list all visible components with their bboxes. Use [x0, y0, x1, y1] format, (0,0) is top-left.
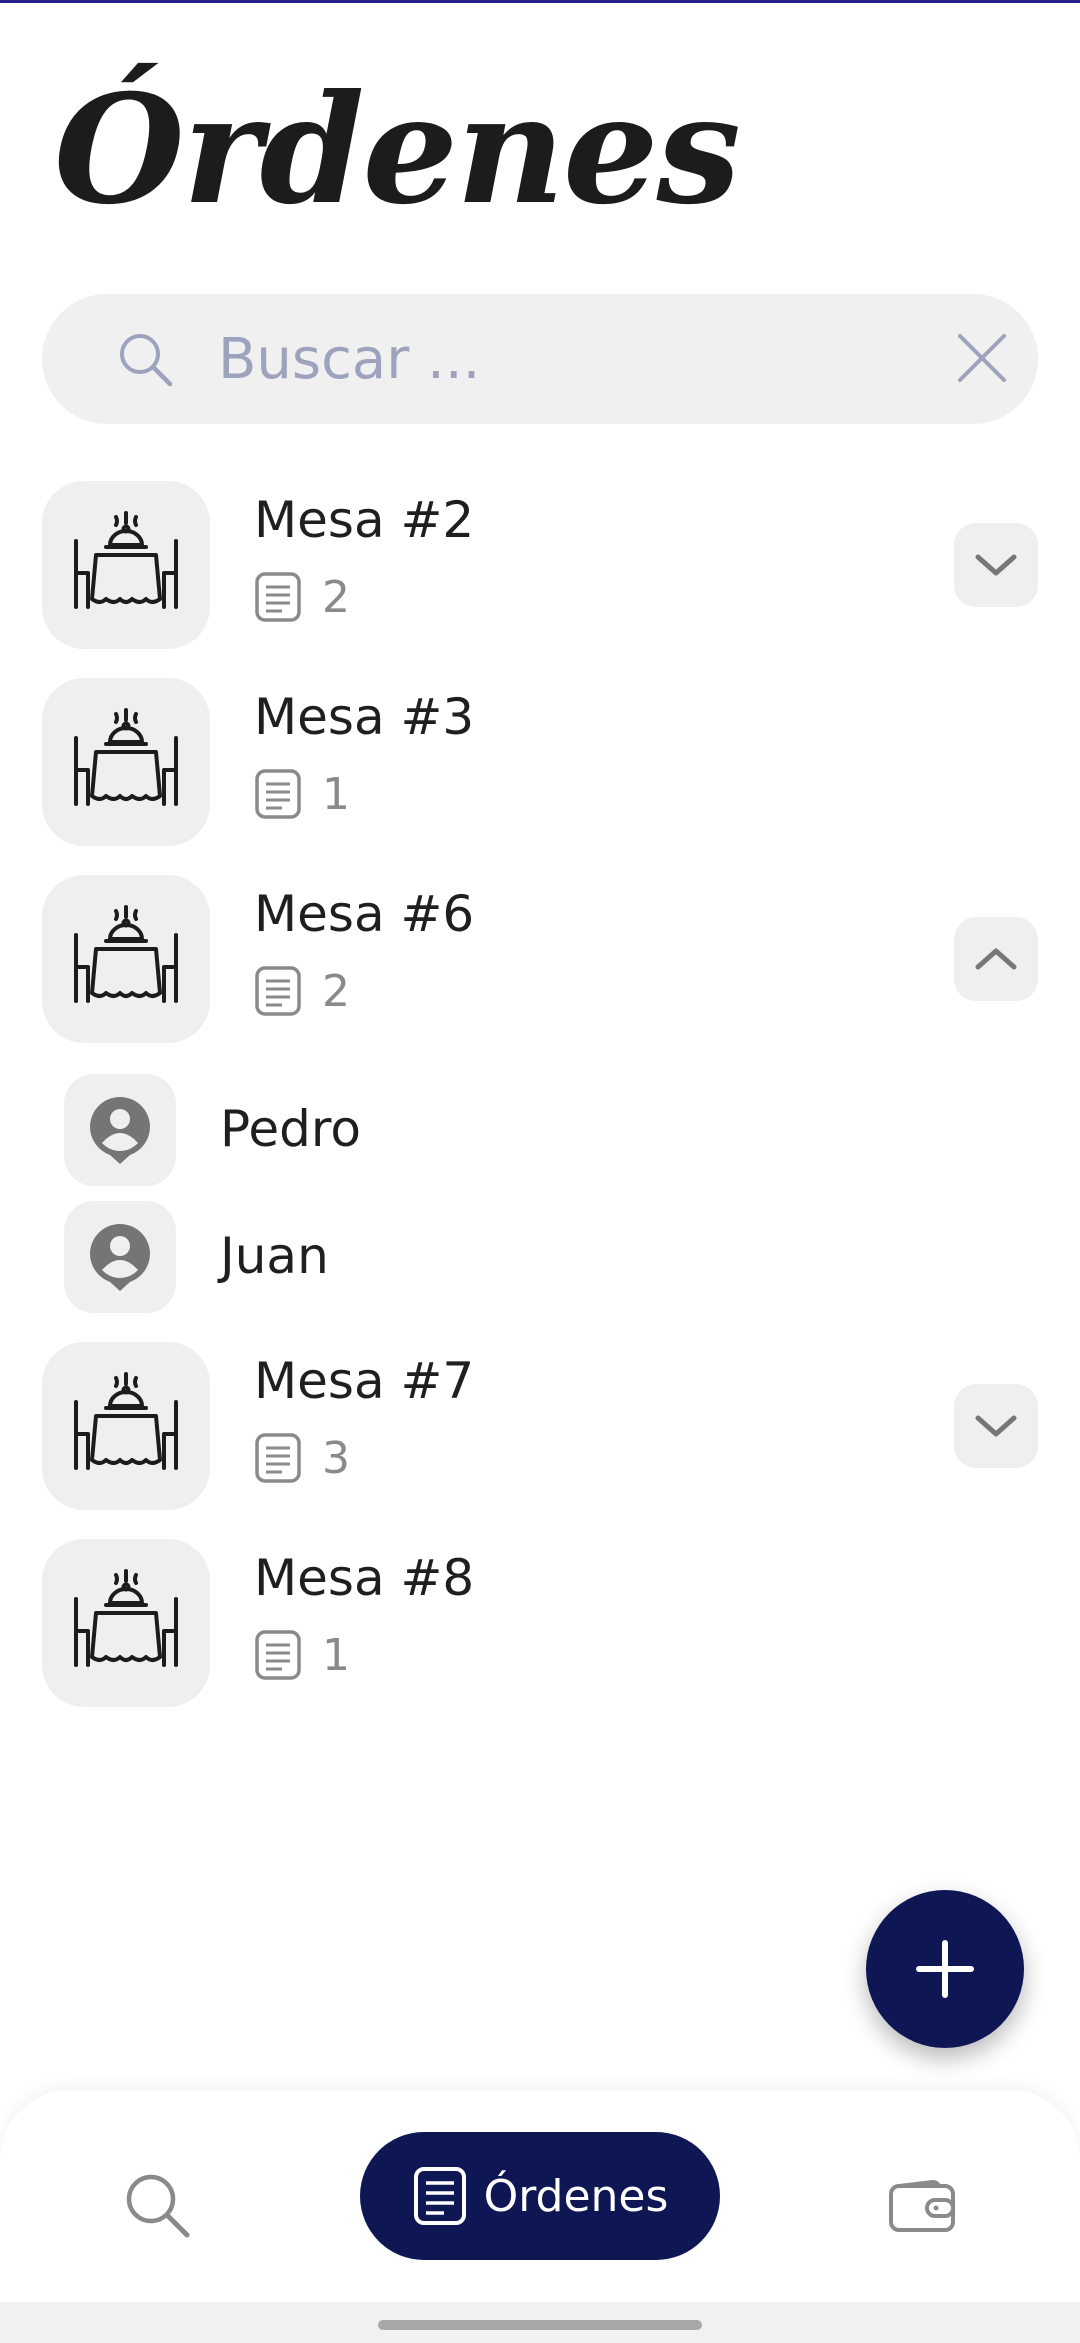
- table-avatar: [42, 678, 210, 846]
- table-avatar: [42, 875, 210, 1043]
- table-name: Mesa #3: [254, 688, 475, 746]
- customer-row[interactable]: Juan: [64, 1201, 664, 1313]
- chevron-up-icon: [975, 948, 1017, 970]
- close-icon: [958, 334, 1006, 382]
- receipt-icon: [413, 2167, 466, 2225]
- table-row[interactable]: Mesa #8 1: [42, 1539, 1038, 1707]
- order-count-value: 1: [322, 1629, 350, 1681]
- nav-wallet-button[interactable]: [876, 2160, 968, 2252]
- receipt-icon: [255, 1433, 301, 1483]
- dining-table-icon: [74, 708, 178, 806]
- table-row[interactable]: Mesa #2 2: [42, 481, 1038, 649]
- order-count: 3: [254, 1428, 350, 1488]
- search-input[interactable]: [218, 322, 938, 396]
- receipt-icon: [255, 966, 301, 1016]
- table-avatar: [42, 481, 210, 649]
- page-title: Órdenes: [54, 62, 741, 238]
- expand-button[interactable]: [954, 523, 1038, 607]
- table-row[interactable]: Mesa #3 1: [42, 678, 1038, 846]
- table-name: Mesa #2: [254, 491, 475, 549]
- receipt-icon: [255, 1630, 301, 1680]
- chevron-down-icon: [975, 1415, 1017, 1437]
- dining-table-icon: [74, 1569, 178, 1667]
- status-accent-line: [0, 0, 1080, 3]
- table-row[interactable]: Mesa #6 2: [42, 875, 1038, 1043]
- chevron-down-icon: [975, 554, 1017, 576]
- nav-orders-tab[interactable]: Órdenes: [360, 2132, 720, 2260]
- order-count-value: 2: [322, 965, 350, 1017]
- bottom-navigation: Órdenes: [0, 2090, 1080, 2302]
- search-icon: [126, 2174, 190, 2238]
- table-row[interactable]: Mesa #7 3: [42, 1342, 1038, 1510]
- order-count-value: 3: [322, 1432, 350, 1484]
- clear-search-button[interactable]: [942, 318, 1022, 398]
- table-name: Mesa #7: [254, 1352, 475, 1410]
- collapse-button[interactable]: [954, 917, 1038, 1001]
- plus-icon: [916, 1940, 974, 1998]
- table-avatar: [42, 1539, 210, 1707]
- table-name: Mesa #6: [254, 885, 475, 943]
- account-pin-icon: [90, 1224, 150, 1291]
- customer-name: Pedro: [220, 1100, 361, 1158]
- receipt-icon: [255, 769, 301, 819]
- dining-table-icon: [74, 511, 178, 609]
- table-name: Mesa #8: [254, 1549, 475, 1607]
- order-count: 2: [254, 961, 350, 1021]
- expand-button[interactable]: [954, 1384, 1038, 1468]
- customer-row[interactable]: Pedro: [64, 1074, 664, 1186]
- dining-table-icon: [74, 1372, 178, 1470]
- home-indicator[interactable]: [378, 2320, 702, 2330]
- table-avatar: [42, 1342, 210, 1510]
- wallet-icon: [889, 2180, 955, 2232]
- dining-table-icon: [74, 905, 178, 1003]
- order-count: 1: [254, 764, 350, 824]
- nav-orders-label: Órdenes: [483, 2170, 669, 2222]
- nav-search-button[interactable]: [112, 2160, 204, 2252]
- system-gesture-area: [0, 2302, 1080, 2343]
- search-bar[interactable]: [42, 294, 1038, 424]
- order-count-value: 1: [322, 768, 350, 820]
- receipt-icon: [255, 572, 301, 622]
- add-order-button[interactable]: [866, 1890, 1024, 2048]
- account-pin-icon: [90, 1097, 150, 1164]
- customer-avatar: [64, 1201, 176, 1313]
- order-count: 2: [254, 567, 350, 627]
- customer-name: Juan: [220, 1227, 329, 1285]
- search-icon: [120, 334, 173, 387]
- order-count: 1: [254, 1625, 350, 1685]
- customer-avatar: [64, 1074, 176, 1186]
- order-count-value: 2: [322, 571, 350, 623]
